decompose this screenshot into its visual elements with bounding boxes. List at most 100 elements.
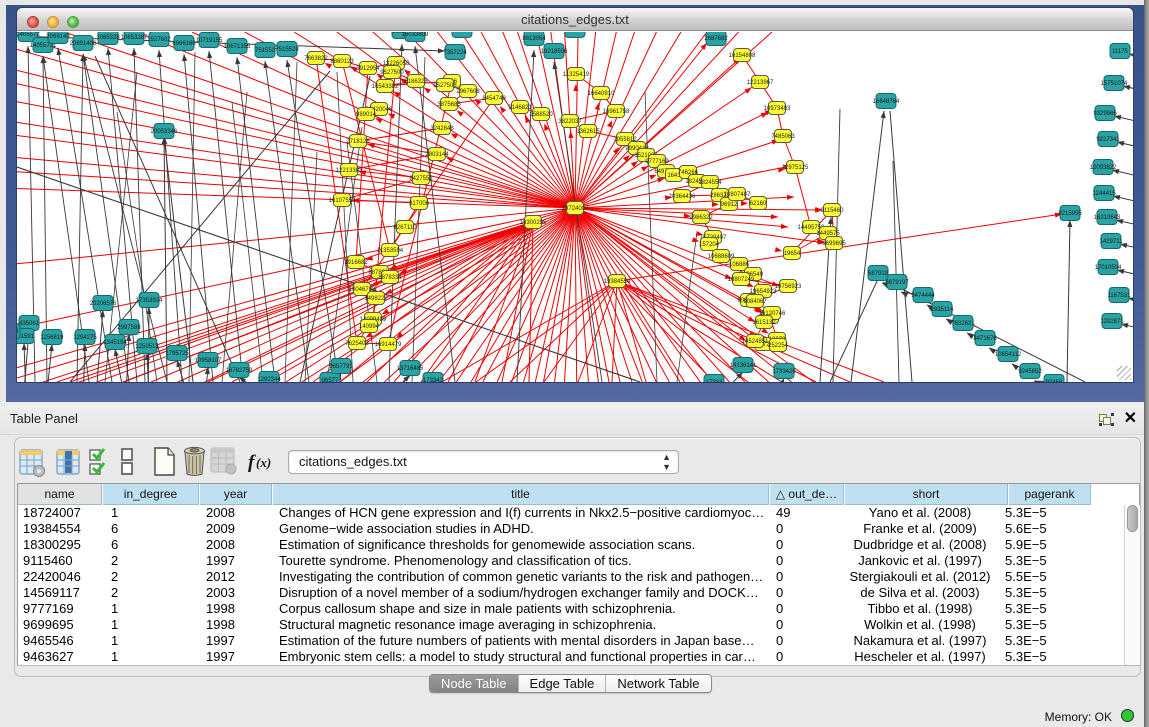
svg-text:1795725: 1795725	[165, 351, 189, 357]
svg-text:16107553: 16107553	[329, 198, 356, 204]
svg-text:2997588: 2997588	[117, 325, 141, 331]
svg-text:20364436: 20364436	[669, 194, 696, 200]
svg-text:6879197: 6879197	[885, 280, 909, 286]
svg-text:106886: 106886	[729, 262, 750, 268]
svg-text:(x): (x)	[256, 455, 271, 470]
svg-text:9115460: 9115460	[821, 208, 845, 214]
svg-text:9527508: 9527508	[433, 83, 457, 89]
svg-text:1345194: 1345194	[103, 340, 127, 346]
svg-text:9329966: 9329966	[1093, 111, 1117, 117]
svg-text:1615132: 1615132	[752, 320, 776, 326]
svg-text:16210643: 16210643	[1094, 215, 1121, 221]
svg-text:11175: 11175	[1112, 49, 1128, 55]
svg-text:16640910: 16640910	[588, 91, 615, 97]
svg-text:751552: 751552	[255, 48, 276, 54]
svg-text:881305: 881305	[452, 32, 473, 34]
svg-text:f: f	[248, 452, 256, 473]
svg-text:13716485: 13716485	[397, 366, 424, 372]
svg-text:1294275: 1294275	[73, 335, 97, 341]
svg-text:8878334: 8878334	[378, 275, 402, 281]
svg-text:12213383: 12213383	[336, 168, 363, 174]
svg-text:10958107: 10958107	[195, 358, 222, 364]
svg-text:3498222: 3498222	[364, 296, 388, 302]
svg-text:1588520: 1588520	[529, 112, 553, 118]
svg-text:62160: 62160	[750, 201, 767, 207]
svg-text:1250513: 1250513	[135, 344, 159, 350]
svg-text:92456: 92456	[1046, 380, 1063, 382]
svg-text:1733426: 1733426	[772, 369, 796, 375]
svg-text:20206576: 20206576	[90, 301, 117, 307]
svg-text:8813054: 8813054	[522, 36, 546, 42]
svg-text:12093822: 12093822	[1090, 165, 1117, 171]
svg-text:8454749: 8454749	[482, 96, 506, 102]
svg-text:18300295: 18300295	[520, 220, 547, 226]
svg-text:989014: 989014	[356, 112, 377, 118]
svg-text:7485063: 7485063	[771, 134, 795, 140]
svg-text:96577: 96577	[322, 378, 339, 382]
svg-text:20691406: 20691406	[70, 41, 97, 47]
svg-text:2687682: 2687682	[704, 36, 728, 42]
svg-text:435061: 435061	[19, 321, 40, 327]
svg-text:1916682: 1916682	[344, 260, 368, 266]
svg-text:10719155: 10719155	[196, 38, 223, 44]
svg-text:9474444: 9474444	[911, 293, 935, 299]
svg-text:12975125: 12975125	[782, 165, 809, 171]
svg-text:10807487: 10807487	[724, 192, 751, 198]
svg-text:6966160: 6966160	[172, 41, 196, 47]
svg-text:2069140: 2069140	[46, 34, 70, 40]
svg-text:1362615: 1362615	[576, 129, 600, 135]
svg-text:19756923: 19756923	[775, 284, 802, 290]
svg-text:19384554: 19384554	[604, 279, 631, 285]
svg-text:157204: 157204	[699, 242, 720, 248]
svg-text:10653287: 10653287	[121, 35, 148, 41]
svg-text:317006: 317006	[409, 201, 430, 207]
svg-text:7625402: 7625402	[345, 341, 369, 347]
svg-text:2718126: 2718126	[346, 139, 370, 145]
svg-text:3875685: 3875685	[437, 102, 461, 108]
svg-text:1167531: 1167531	[1108, 293, 1132, 299]
svg-text:3912954: 3912954	[356, 66, 380, 72]
svg-text:10654112: 10654112	[995, 352, 1022, 358]
svg-text:7515528: 7515528	[275, 47, 299, 53]
svg-text:8186328: 8186328	[404, 79, 428, 85]
svg-text:252254: 252254	[768, 343, 789, 349]
svg-text:2986322: 2986322	[689, 215, 713, 221]
svg-text:1429711: 1429711	[1100, 239, 1124, 245]
svg-text:1065328: 1065328	[96, 35, 120, 41]
svg-text:96912: 96912	[721, 202, 738, 208]
svg-text:192185: 192185	[565, 32, 586, 34]
svg-text:9146821: 9146821	[508, 105, 532, 111]
svg-text:8427552: 8427552	[409, 176, 433, 182]
svg-text:8215955: 8215955	[1058, 211, 1082, 217]
svg-text:17010504: 17010504	[1095, 265, 1122, 271]
svg-text:1244415: 1244415	[1092, 191, 1116, 197]
svg-text:2935114: 2935114	[931, 307, 955, 313]
svg-text:1292344: 1292344	[257, 377, 281, 382]
svg-text:11353594: 11353594	[377, 248, 404, 254]
svg-text:19218506: 19218506	[541, 49, 568, 55]
svg-text:1156819: 1156819	[41, 335, 65, 341]
svg-text:19654: 19654	[784, 251, 801, 257]
svg-text:14524851: 14524851	[742, 339, 769, 345]
svg-text:2967608: 2967608	[456, 89, 480, 95]
svg-text:16914479: 16914479	[375, 342, 402, 348]
svg-text:2803144: 2803144	[425, 152, 449, 158]
svg-text:9227341: 9227341	[1096, 137, 1120, 143]
svg-text:9657791: 9657791	[329, 364, 353, 370]
svg-text:17353924: 17353924	[136, 298, 163, 304]
svg-text:14136141: 14136141	[730, 363, 757, 369]
svg-text:9245652: 9245652	[1018, 369, 1042, 375]
svg-text:1292871: 1292871	[1100, 319, 1124, 325]
svg-text:11325419: 11325419	[563, 72, 590, 78]
svg-text:16961758: 16961758	[603, 109, 630, 115]
svg-text:9699695: 9699695	[822, 241, 846, 247]
svg-text:7663822: 7663822	[304, 56, 328, 62]
svg-text:16154808: 16154808	[729, 53, 756, 59]
svg-text:8471676: 8471676	[973, 336, 997, 342]
svg-text:10671355: 10671355	[224, 44, 251, 50]
svg-text:9084067: 9084067	[743, 299, 767, 305]
svg-text:16648784: 16648784	[873, 99, 900, 105]
svg-text:15751074: 15751074	[1101, 81, 1128, 87]
svg-text:9527500: 9527500	[380, 70, 404, 76]
svg-text:3822037: 3822037	[558, 119, 582, 125]
